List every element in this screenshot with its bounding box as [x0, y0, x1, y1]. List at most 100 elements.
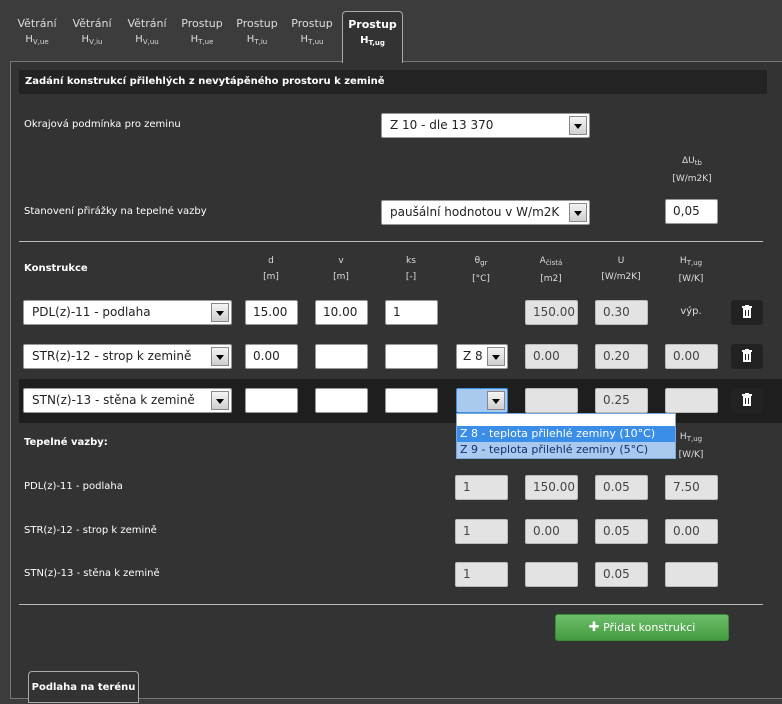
tab-prostup-uu[interactable]: Prostup HT,uu — [289, 16, 335, 62]
theta-dropdown-list: Z 8 - teplota přilehlé zeminy (10°C) Z 9… — [456, 413, 676, 459]
thermal-area-row3 — [525, 562, 578, 587]
section-title: Zadání konstrukcí přilehlých z nevytápěn… — [19, 70, 767, 94]
trash-icon — [742, 393, 752, 406]
delete-button-row3[interactable] — [731, 388, 763, 413]
u-value-row3: 0.25 — [595, 388, 648, 413]
tab-podlaha-na-terenu[interactable]: Podlaha na terénu — [28, 671, 139, 703]
tab-label: Prostup — [236, 17, 278, 30]
col-v-header: v [m] — [315, 253, 367, 285]
tab-subscript: V,uu — [142, 38, 159, 46]
area-value-row3 — [525, 388, 578, 413]
tab-label: Větrání — [127, 17, 167, 30]
tab-symbol: H — [300, 34, 309, 45]
tab-label: Prostup — [348, 18, 397, 31]
col-h-sub: T,ug — [686, 259, 703, 267]
chevron-down-icon — [487, 391, 505, 410]
d-input-row2[interactable]: 0.00 — [245, 344, 298, 369]
construction-select-row3[interactable]: STN(z)-13 - stěna k zemině — [23, 388, 232, 413]
col-ks-header: ks [-] — [385, 253, 437, 285]
col-ks-name: ks — [406, 256, 416, 266]
plus-icon: ✚ — [588, 620, 600, 635]
boundary-value: Z 10 - dle 13 370 — [390, 118, 494, 132]
tab-vetrani-uu[interactable]: Větrání HV,uu — [124, 16, 170, 62]
tab-label: Větrání — [17, 17, 57, 30]
d-input-row1[interactable]: 15.00 — [245, 300, 298, 325]
col-h-name: H — [679, 256, 687, 266]
col-u-header: U [W/m2K] — [595, 253, 647, 285]
v-input-row3[interactable] — [315, 388, 368, 413]
col-theta-header: θgr [°C] — [455, 253, 507, 287]
tab-vetrani-ue[interactable]: Větrání HV,ue — [14, 16, 60, 62]
boundary-label: Okrajová podmínka pro zeminu — [24, 119, 181, 130]
ks-input-row2[interactable] — [385, 344, 438, 369]
tab-subscript: T,iu — [254, 38, 268, 46]
chevron-down-icon — [569, 116, 587, 135]
tab-label: Prostup — [181, 17, 223, 30]
construction-select-row2[interactable]: STR(z)-12 - strop k zemině — [23, 344, 232, 369]
v-input-row1[interactable]: 10.00 — [315, 300, 368, 325]
theta-select-row2[interactable]: Z 8 — [456, 344, 508, 369]
thermal-area-row2: 0.00 — [525, 519, 578, 544]
u-value-row2: 0.20 — [595, 344, 648, 369]
col-h-unit: [W/K] — [678, 274, 704, 284]
trash-icon — [742, 349, 752, 362]
ks-input-row1[interactable]: 1 — [385, 300, 438, 325]
col-area-unit: [m2] — [540, 274, 562, 284]
theta-select-row3[interactable] — [456, 388, 508, 413]
construction-value: STR(z)-12 - strop k zemině — [32, 349, 192, 363]
tab-prostup-iu[interactable]: Prostup HT,iu — [234, 16, 280, 62]
delta-u-symbol: ΔU — [682, 156, 695, 166]
tab-prostup-ue[interactable]: Prostup HT,ue — [179, 16, 225, 62]
chevron-down-icon — [487, 347, 505, 366]
theta-value: Z 8 — [463, 349, 483, 363]
trash-icon — [742, 305, 752, 318]
col-d-header: d [m] — [245, 253, 297, 285]
chevron-down-icon — [211, 347, 229, 366]
chevron-down-icon — [211, 391, 229, 410]
delta-u-unit: [W/m2K] — [672, 174, 712, 184]
dropdown-option-z8[interactable]: Z 8 - teplota přilehlé zeminy (10°C) — [457, 426, 675, 442]
h-value-row1: výp. — [680, 306, 702, 317]
delete-button-row2[interactable] — [731, 344, 763, 369]
col-d-unit: [m] — [263, 272, 279, 282]
bridges-select[interactable]: paušální hodnotou v W/m2K — [381, 200, 590, 225]
col-area-header: Ačistá [m2] — [525, 253, 577, 287]
delta-u-input[interactable]: 0,05 — [665, 199, 718, 224]
tab-symbol: H — [135, 34, 143, 45]
area-value-row1: 150.00 — [525, 300, 578, 325]
construction-value: STN(z)-13 - stěna k zemině — [32, 393, 195, 407]
ks-input-row3[interactable] — [385, 388, 438, 413]
thermal-ks-row1: 1 — [455, 475, 508, 500]
u-value-row1: 0.30 — [595, 300, 648, 325]
tab-subscript: T,ue — [198, 38, 214, 46]
h-value-row3 — [665, 388, 718, 413]
construction-select-row1[interactable]: PDL(z)-11 - podlaha — [23, 300, 232, 325]
tab-symbol: H — [190, 34, 199, 45]
add-construction-label: Přidat konstrukci — [603, 621, 696, 634]
col-theta-sub: gr — [480, 259, 488, 267]
v-input-row2[interactable] — [315, 344, 368, 369]
thermal-h-row3 — [665, 562, 718, 587]
bridges-value: paušální hodnotou v W/m2K — [390, 205, 560, 219]
col-v-unit: [m] — [333, 272, 349, 282]
divider — [19, 604, 763, 605]
add-construction-button[interactable]: ✚ Přidat konstrukci — [555, 614, 729, 641]
d-input-row3[interactable] — [245, 388, 298, 413]
delete-button-row1[interactable] — [731, 300, 763, 325]
dropdown-option-z9[interactable]: Z 9 - teplota přilehlé zeminy (5°C) — [457, 442, 675, 458]
construction-value: PDL(z)-11 - podlaha — [32, 305, 151, 319]
thermal-ks-row3: 1 — [455, 562, 508, 587]
col-u-unit: [W/m2K] — [601, 272, 641, 282]
thermal-name-row2: STR(z)-12 - strop k zemině — [24, 525, 157, 536]
h-value-row2: 0.00 — [665, 344, 718, 369]
col-ks-unit: [-] — [405, 272, 417, 282]
delta-u-header: ΔUtb [W/m2K] — [666, 153, 718, 187]
tab-prostup-ug[interactable]: Prostup HT,ug — [342, 11, 403, 63]
tab-label: Větrání — [72, 17, 112, 30]
tab-symbol: H — [25, 34, 33, 45]
dropdown-spacer — [457, 414, 675, 426]
tab-vetrani-iu[interactable]: Větrání HV,iu — [69, 16, 115, 62]
col-d-name: d — [268, 256, 274, 266]
boundary-select[interactable]: Z 10 - dle 13 370 — [381, 113, 590, 138]
thermal-h-name: H — [679, 432, 687, 442]
